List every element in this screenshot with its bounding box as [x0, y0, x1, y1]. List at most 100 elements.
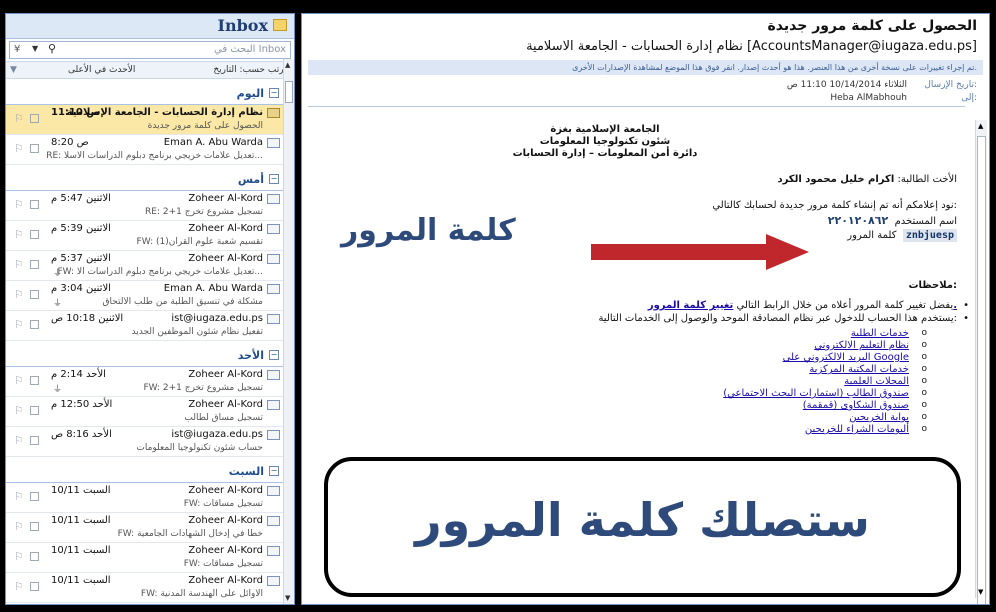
email-meta: تاريخ الإرسال: الثلاثاء 10/14/2014 11:10 … [597, 80, 977, 106]
flag-icon[interactable]: ⚐ [14, 434, 24, 447]
collapse-group-icon[interactable]: − [269, 466, 279, 476]
info-bar[interactable]: تم إجراء تغييرات على نسخة أخرى من هذا ال… [308, 60, 983, 75]
category-checkbox[interactable] [30, 290, 39, 299]
message-row[interactable]: Zoheer Al-Kord السبت 10/11 FW: خطأ في إدخا… [6, 513, 284, 543]
annotation-label: كلمة المرور [341, 213, 516, 248]
message-row[interactable]: Eman A. Abu Warda الاثنين 3:04 م مشكلة في … [6, 281, 284, 311]
attachment-icon: ⏚ [53, 385, 63, 395]
message-subject: FW: تسجيل مساقات [183, 499, 263, 509]
scroll-thumb[interactable] [285, 81, 293, 103]
flag-icon[interactable]: ⚐ [14, 112, 24, 125]
message-time: السبت 10/11 [51, 575, 111, 586]
category-checkbox[interactable] [30, 200, 39, 209]
group-header[interactable]: − السبت [6, 461, 284, 483]
category-checkbox[interactable] [30, 376, 39, 385]
collapse-icon[interactable]: ¥ [14, 44, 20, 55]
service-link[interactable]: بوابة الخريجين [849, 412, 909, 423]
bullet-icon: • [963, 313, 969, 324]
inbox-header: Inbox [6, 14, 294, 39]
flag-icon[interactable]: ⚐ [14, 142, 24, 155]
flag-icon[interactable]: ⚐ [14, 228, 24, 241]
uni-line-1: الجامعة الإسلامية بغزة [550, 124, 660, 135]
message-row[interactable]: Zoheer Al-Kord السبت 10/11 FW: الأوائل على… [6, 573, 284, 603]
flag-icon[interactable]: ⚐ [14, 520, 24, 533]
message-row[interactable]: Zoheer Al-Kord الأحد 2:14 م FW: تسجيل مشرو… [6, 367, 284, 397]
scroll-up-icon[interactable]: ▲ [285, 61, 290, 69]
flag-icon[interactable]: ⚐ [14, 550, 24, 563]
service-link[interactable]: المجلات العلمية [844, 376, 909, 387]
message-row[interactable]: Zoheer Al-Kord الأحد 12:50 م تسجيل مساق لط… [6, 397, 284, 427]
service-link[interactable]: خدمات المكتبة المركزية [809, 364, 909, 375]
service-link[interactable]: ألبومات الشراء للخريجين [805, 424, 909, 435]
flag-icon[interactable]: ⚐ [14, 374, 24, 387]
inbox-scrollbar[interactable]: ▲ ▼ [283, 59, 294, 604]
search-dropdown-icon[interactable]: ▼ [32, 44, 38, 53]
group-header[interactable]: − اليوم [6, 83, 284, 105]
message-row[interactable]: Zoheer Al-Kordالسبت 10/11⚐ [6, 603, 284, 604]
username-value: ٢٢٠١٢٠٨٦٢ [827, 214, 889, 227]
message-row[interactable]: ist@iugaza.edu.ps الأحد 8:16 ص حساب شئون ت… [6, 427, 284, 457]
service-link[interactable]: البريد الالكتروني على Google [783, 352, 909, 363]
search-input[interactable]: البحث في Inbox ⚲ ▼ ¥ [9, 41, 291, 59]
service-item: o البريد الالكتروني على Google [679, 352, 927, 364]
group-header[interactable]: − أمس [6, 169, 284, 191]
group-header[interactable]: − الأحد [6, 345, 284, 367]
sort-label[interactable]: مرتب حسب: التاريخ [213, 65, 289, 75]
message-row[interactable]: نظام إدارة الحسابات - الجامعة الإسلامية 1… [6, 105, 284, 135]
collapse-group-icon[interactable]: − [269, 350, 279, 360]
category-checkbox[interactable] [30, 114, 39, 123]
message-row[interactable]: Eman A. Abu Warda 8:20 ص RE: تعديل علامات … [6, 135, 284, 165]
message-row[interactable]: Zoheer Al-Kord الاثنين 5:47 م RE: تسجيل مش… [6, 191, 284, 221]
search-placeholder: البحث في Inbox [214, 44, 286, 55]
service-link[interactable]: خدمات الطلبة [851, 328, 909, 339]
scroll-up-icon[interactable]: ▲ [978, 122, 983, 130]
collapse-group-icon[interactable]: − [269, 174, 279, 184]
scroll-down-icon[interactable]: ▼ [285, 594, 290, 602]
message-row[interactable]: Zoheer Al-Kord السبت 10/11 FW: تسجيل مساقا… [6, 483, 284, 513]
flag-icon[interactable]: ⚐ [14, 490, 24, 503]
service-link[interactable]: صندوق الشكاوى (قمقمة) [803, 400, 909, 411]
circle-bullet-icon: o [921, 340, 927, 350]
service-link[interactable]: نظام التعليم الالكتروني [814, 340, 909, 351]
sort-bar[interactable]: مرتب حسب: التاريخ الأحدث في الأعلى ▼ [6, 61, 294, 79]
category-checkbox[interactable] [30, 582, 39, 591]
message-row[interactable]: Zoheer Al-Kord الاثنين 5:37 م FW: تعديل عل… [6, 251, 284, 281]
category-checkbox[interactable] [30, 260, 39, 269]
service-item: o المجلات العلمية [679, 376, 927, 388]
search-icon[interactable]: ⚲ [48, 42, 56, 55]
message-row[interactable]: Zoheer Al-Kord السبت 10/11 FW: تسجيل مساقا… [6, 543, 284, 573]
category-checkbox[interactable] [30, 552, 39, 561]
to-value[interactable]: Heba AlMabhouh [830, 93, 907, 103]
flag-icon[interactable]: ⚐ [14, 580, 24, 593]
message-row[interactable]: Zoheer Al-Kord الاثنين 5:39 م FW: تقسيم شع… [6, 221, 284, 251]
scroll-down-icon[interactable]: ▼ [978, 588, 983, 596]
category-checkbox[interactable] [30, 230, 39, 239]
category-checkbox[interactable] [30, 492, 39, 501]
category-checkbox[interactable] [30, 522, 39, 531]
email-subject: الحصول على كلمة مرور جديدة [767, 18, 977, 34]
flag-icon[interactable]: ⚐ [14, 288, 24, 301]
category-checkbox[interactable] [30, 144, 39, 153]
sort-order[interactable]: الأحدث في الأعلى [68, 65, 135, 75]
service-link[interactable]: صندوق الطالب (استمارات البحث الاجتماعي) [723, 388, 909, 399]
message-time: الاثنين 5:39 م [51, 223, 111, 234]
flag-icon[interactable]: ⚐ [14, 404, 24, 417]
bullet-icon: • [963, 300, 969, 311]
flag-icon[interactable]: ⚐ [14, 198, 24, 211]
category-checkbox[interactable] [30, 436, 39, 445]
category-checkbox[interactable] [30, 406, 39, 415]
flag-icon[interactable]: ⚐ [14, 318, 24, 331]
sent-value: الثلاثاء 10/14/2014 11:10 ص [786, 80, 907, 90]
scroll-thumb[interactable] [977, 136, 986, 604]
message-sender: Zoheer Al-Kord [188, 399, 263, 410]
circle-bullet-icon: o [921, 364, 927, 374]
flag-icon[interactable]: ⚐ [14, 258, 24, 271]
message-row[interactable]: ist@iugaza.edu.ps الاثنين 10:18 ص تفعيل نظ… [6, 311, 284, 341]
category-checkbox[interactable] [30, 320, 39, 329]
reading-scrollbar[interactable]: ▲ ▼ [975, 120, 987, 604]
sort-dropdown-icon[interactable]: ▼ [10, 65, 17, 75]
email-from[interactable]: نظام إدارة الحسابات - الجامعة الاسلامية … [526, 39, 977, 54]
collapse-group-icon[interactable]: − [269, 88, 279, 98]
message-time: الأحد 8:16 ص [51, 429, 112, 440]
bullet-change-password: • يفضل تغيير كلمة المرور أعلاه من خلال ال… [648, 300, 969, 311]
